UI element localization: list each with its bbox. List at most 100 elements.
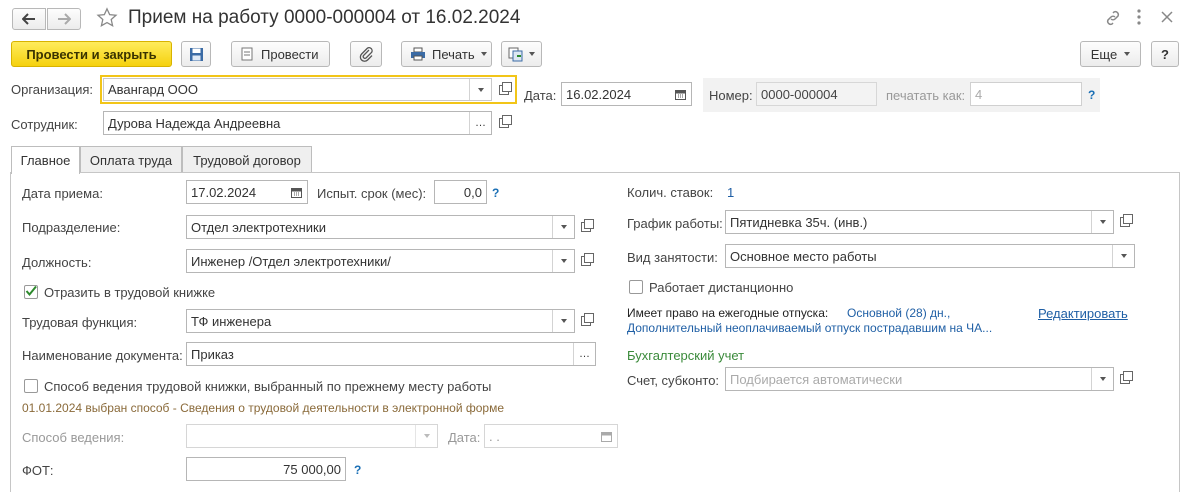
position-field[interactable]: Инженер /Отдел электротехники/ (186, 249, 575, 273)
labor-function-field[interactable]: ТФ инженера (186, 309, 575, 333)
employee-label: Сотрудник: (11, 117, 78, 132)
labor-function-open-button[interactable] (576, 309, 596, 333)
labor-function-label: Трудовая функция: (22, 315, 138, 330)
account-field[interactable]: Подбирается автоматически (725, 367, 1114, 391)
chevron-down-icon (1099, 220, 1106, 224)
open-form-icon (581, 219, 594, 232)
chevron-down-icon (560, 225, 567, 229)
open-form-icon (1120, 371, 1133, 384)
schedule-label: График работы: (627, 216, 723, 231)
position-value: Инженер /Отдел электротехники/ (191, 253, 391, 269)
schedule-field[interactable]: Пятидневка 35ч. (инв.) (725, 210, 1114, 234)
post-button-label: Провести (261, 46, 319, 62)
probation-help-icon[interactable]: ? (492, 186, 499, 200)
prev-method-checkbox[interactable] (24, 379, 38, 393)
doc-name-field[interactable]: Приказ … (186, 342, 596, 366)
employee-field[interactable]: Дурова Надежда Андреевна … (103, 111, 492, 135)
chevron-down-icon (1120, 254, 1127, 258)
method-dropdown[interactable] (415, 425, 437, 447)
organization-value: Авангард ООО (108, 82, 198, 97)
method-date-value: . . (489, 428, 500, 444)
probation-value: 0,0 (463, 184, 482, 200)
schedule-dropdown[interactable] (1091, 211, 1113, 233)
open-form-icon (499, 82, 512, 95)
method-date-calendar-button[interactable] (595, 425, 617, 447)
doc-name-label: Наименование документа: (22, 348, 183, 363)
date-calendar-button[interactable] (669, 83, 691, 105)
prev-method-label: Способ ведения трудовой книжки, выбранны… (44, 379, 492, 394)
forward-button[interactable] (47, 8, 81, 30)
fot-label: ФОТ: (22, 463, 54, 478)
tab-payment[interactable]: Оплата труда (80, 146, 182, 173)
workbook-checkbox[interactable] (24, 285, 38, 299)
position-label: Должность: (22, 255, 92, 270)
help-button[interactable]: ? (1151, 41, 1179, 67)
organization-dropdown[interactable] (469, 79, 491, 100)
fot-help-icon[interactable]: ? (354, 463, 361, 477)
organization-label: Организация: (11, 82, 94, 97)
probation-label: Испыт. срок (мес): (317, 186, 427, 201)
hire-date-calendar-button[interactable] (285, 181, 307, 203)
hire-date-label: Дата приема: (22, 186, 103, 201)
vacation-main-link[interactable]: Основной (28) дн., (847, 306, 950, 320)
create-based-on-button[interactable] (501, 41, 542, 67)
print-button[interactable]: Печать (401, 41, 492, 67)
employment-field[interactable]: Основное место работы (725, 244, 1135, 268)
chevron-down-icon (529, 52, 535, 56)
probation-field[interactable]: 0,0 (434, 180, 487, 204)
chevron-down-icon (480, 52, 487, 56)
post-button[interactable]: Провести (231, 41, 330, 67)
organization-open-button[interactable] (494, 78, 514, 102)
employee-open-button[interactable] (494, 111, 514, 135)
fot-value: 75 000,00 (283, 461, 341, 477)
remote-checkbox[interactable] (629, 280, 643, 294)
open-form-icon (581, 313, 594, 326)
save-button[interactable] (181, 41, 211, 67)
vacation-extra-link[interactable]: Дополнительный неоплачиваемый отпуск пос… (627, 321, 992, 335)
post-document-icon (241, 47, 253, 61)
account-open-button[interactable] (1115, 367, 1135, 391)
page-title: Прием на работу 0000-000004 от 16.02.202… (128, 7, 521, 28)
tab-labor-contract[interactable]: Трудовой договор (182, 146, 312, 173)
department-dropdown[interactable] (552, 216, 574, 238)
close-icon[interactable] (1160, 10, 1174, 27)
rates-link[interactable]: 1 (727, 185, 734, 200)
position-dropdown[interactable] (552, 250, 574, 272)
doc-name-select-button[interactable]: … (573, 343, 595, 365)
print-as-value: 4 (975, 86, 983, 102)
print-as-field[interactable]: 4 (970, 82, 1082, 106)
post-and-close-button[interactable]: Провести и закрыть (11, 41, 172, 67)
labor-function-value: ТФ инженера (191, 313, 272, 329)
schedule-open-button[interactable] (1115, 210, 1135, 234)
tab-main[interactable]: Главное (11, 146, 80, 174)
department-value: Отдел электротехники (191, 219, 326, 235)
position-open-button[interactable] (576, 249, 596, 273)
account-dropdown[interactable] (1091, 368, 1113, 390)
department-field[interactable]: Отдел электротехники (186, 215, 575, 239)
back-button[interactable] (12, 8, 46, 30)
department-open-button[interactable] (576, 215, 596, 239)
attach-button[interactable] (350, 41, 382, 67)
method-date-field[interactable]: . . (484, 424, 618, 448)
employment-value: Основное место работы (730, 248, 877, 264)
more-button[interactable]: Еще (1080, 41, 1141, 67)
date-field[interactable]: 16.02.2024 (561, 82, 692, 106)
link-icon[interactable] (1104, 10, 1122, 29)
labor-function-dropdown[interactable] (552, 310, 574, 332)
hire-date-field[interactable]: 17.02.2024 (186, 180, 308, 204)
chevron-down-icon (560, 259, 567, 263)
employment-label: Вид занятости: (627, 250, 718, 265)
more-menu-icon[interactable] (1136, 8, 1142, 29)
employment-dropdown[interactable] (1112, 245, 1134, 267)
account-placeholder: Подбирается автоматически (730, 371, 903, 387)
edit-vacation-link[interactable]: Редактировать (1038, 306, 1128, 321)
method-field[interactable] (186, 424, 438, 448)
fot-field[interactable]: 75 000,00 (186, 457, 346, 481)
organization-field[interactable]: Авангард ООО (103, 78, 492, 101)
print-as-help-icon[interactable]: ? (1088, 88, 1095, 102)
favorite-star-icon[interactable] (96, 7, 118, 32)
open-form-icon (499, 115, 512, 128)
number-field[interactable]: 0000-000004 (756, 82, 877, 106)
remote-label: Работает дистанционно (649, 280, 794, 295)
employee-select-button[interactable]: … (469, 112, 491, 134)
